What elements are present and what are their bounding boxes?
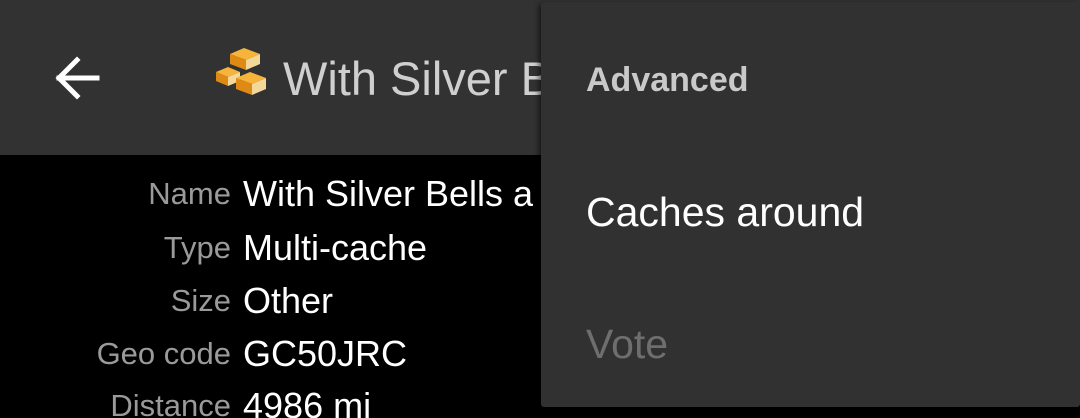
- detail-label: Distance: [110, 388, 231, 418]
- menu-item-label: Vote: [586, 321, 669, 367]
- detail-label: Geo code: [96, 336, 231, 371]
- detail-value: GC50JRC: [243, 333, 408, 374]
- detail-value: Multi-cache: [243, 227, 428, 268]
- menu-item-caches-around[interactable]: Caches around: [541, 162, 1080, 262]
- detail-label: Name: [148, 176, 231, 211]
- detail-value: With Silver Bells a: [243, 173, 534, 214]
- detail-value: Other: [243, 280, 334, 321]
- menu-item-vote: Vote: [541, 294, 1080, 394]
- detail-label: Size: [170, 283, 231, 318]
- detail-label: Type: [163, 230, 231, 265]
- multi-cache-icon: [216, 48, 266, 95]
- menu-item-label: Caches around: [586, 189, 865, 235]
- detail-value: 4986 mi: [243, 385, 372, 418]
- menu-header: Advanced: [586, 61, 749, 99]
- arrow-left-icon: [55, 56, 100, 100]
- overflow-menu: Advanced Caches around Vote: [541, 2, 1080, 407]
- back-button[interactable]: [42, 46, 112, 110]
